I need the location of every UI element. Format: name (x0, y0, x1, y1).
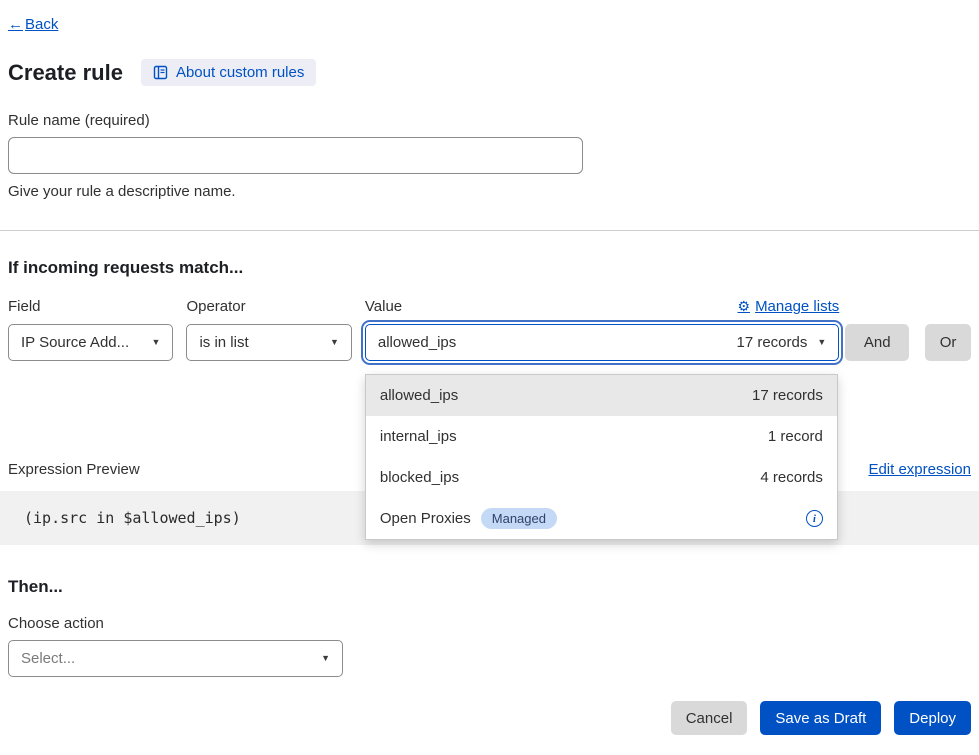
list-item-left: Open Proxies Managed (380, 508, 557, 529)
operator-select-value: is in list (199, 334, 248, 351)
chevron-down-icon: ▼ (152, 338, 161, 347)
list-item-internal-ips[interactable]: internal_ips 1 record (366, 416, 837, 457)
or-button[interactable]: Or (925, 324, 971, 361)
back-arrow-icon: ← (8, 16, 23, 33)
field-column: Field IP Source Add... ▼ (8, 298, 173, 361)
deploy-button[interactable]: Deploy (894, 701, 971, 735)
list-item-meta: 17 records (752, 387, 823, 404)
value-select-right: 17 records ▼ (736, 334, 826, 351)
page-title: Create rule (8, 60, 123, 86)
title-row: Create rule About custom rules (8, 59, 971, 86)
choose-action-label: Choose action (8, 615, 971, 632)
list-item-name: internal_ips (380, 428, 457, 445)
and-button[interactable]: And (845, 324, 909, 361)
info-icon[interactable]: i (806, 510, 823, 527)
match-heading: If incoming requests match... (8, 258, 971, 278)
value-column: Value ⚙ Manage lists allowed_ips 17 reco… (365, 298, 839, 361)
docs-icon (153, 65, 168, 80)
list-item-name: blocked_ips (380, 469, 459, 486)
rule-name-input[interactable] (8, 137, 583, 174)
cancel-button[interactable]: Cancel (671, 701, 748, 735)
about-custom-rules-link[interactable]: About custom rules (141, 59, 316, 86)
expression-preview-label: Expression Preview (8, 461, 140, 478)
create-rule-page: ←Back Create rule About custom rules Rul… (0, 0, 979, 755)
action-select[interactable]: Select... ▼ (8, 640, 343, 677)
list-item-name: allowed_ips (380, 387, 458, 404)
value-selected-text: allowed_ips (378, 334, 456, 351)
field-select-value: IP Source Add... (21, 334, 129, 351)
field-label: Field (8, 298, 173, 315)
value-label: Value (365, 298, 402, 315)
value-records-count: 17 records (736, 334, 807, 351)
action-select-placeholder: Select... (21, 650, 75, 667)
match-row: Field IP Source Add... ▼ Operator is in … (8, 298, 971, 361)
lists-dropdown: allowed_ips 17 records internal_ips 1 re… (365, 374, 838, 540)
chevron-down-icon: ▼ (321, 654, 330, 663)
value-header: Value ⚙ Manage lists (365, 298, 839, 315)
value-select[interactable]: allowed_ips 17 records ▼ (365, 324, 839, 361)
managed-badge: Managed (481, 508, 557, 529)
manage-lists-label: Manage lists (755, 298, 839, 315)
save-draft-button[interactable]: Save as Draft (760, 701, 881, 735)
list-item-meta: 1 record (768, 428, 823, 445)
back-link-label: Back (25, 16, 58, 33)
manage-lists-link[interactable]: ⚙ Manage lists (738, 298, 840, 315)
list-item-allowed-ips[interactable]: allowed_ips 17 records (366, 375, 837, 416)
then-heading: Then... (8, 577, 971, 597)
operator-label: Operator (186, 298, 351, 315)
chevron-down-icon: ▼ (817, 338, 826, 347)
about-custom-rules-label: About custom rules (176, 64, 304, 81)
rule-name-helper: Give your rule a descriptive name. (8, 183, 971, 200)
gear-icon: ⚙ (738, 298, 751, 315)
back-link[interactable]: ←Back (8, 16, 58, 33)
field-select[interactable]: IP Source Add... ▼ (8, 324, 173, 361)
edit-expression-link[interactable]: Edit expression (868, 461, 971, 478)
list-item-meta: 4 records (760, 469, 823, 486)
chevron-down-icon: ▼ (330, 338, 339, 347)
rule-name-label: Rule name (required) (8, 112, 971, 129)
list-item-blocked-ips[interactable]: blocked_ips 4 records (366, 457, 837, 498)
operator-column: Operator is in list ▼ (186, 298, 351, 361)
value-select-wrap: allowed_ips 17 records ▼ allowed_ips 17 … (365, 324, 839, 361)
list-item-open-proxies[interactable]: Open Proxies Managed i (366, 498, 837, 539)
section-divider (0, 230, 979, 231)
footer-actions: Cancel Save as Draft Deploy (8, 701, 971, 735)
operator-select[interactable]: is in list ▼ (186, 324, 351, 361)
list-item-name: Open Proxies (380, 510, 471, 527)
